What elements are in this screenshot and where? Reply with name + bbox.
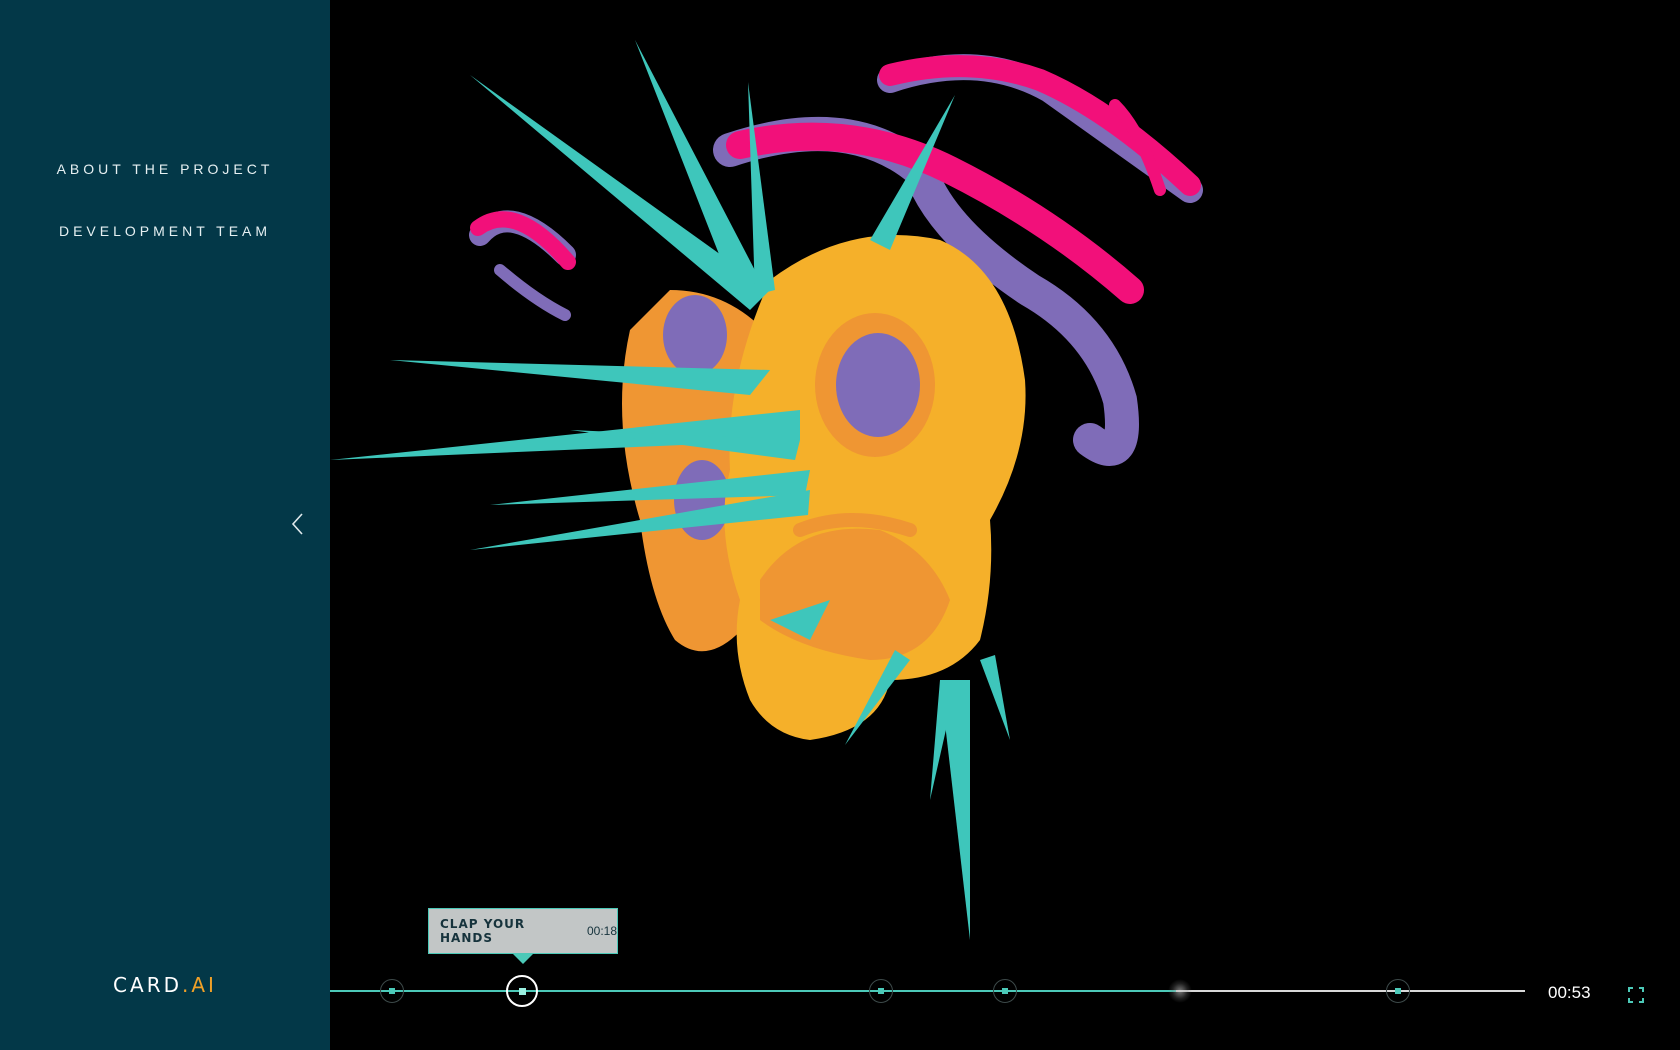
collapse-sidebar-button[interactable]: [288, 512, 308, 536]
logo-text: CARD: [113, 973, 182, 997]
tooltip-title: CLAP YOUR HANDS: [440, 917, 526, 945]
marker-dot: [1002, 988, 1008, 994]
sidebar: ABOUT THE PROJECT DEVELOPMENT TEAM CARD.…: [0, 0, 330, 1050]
nav-development-team[interactable]: DEVELOPMENT TEAM: [0, 212, 330, 274]
current-time: 00:53: [1548, 983, 1591, 1002]
fullscreen-icon: [1628, 987, 1644, 1003]
sidebar-nav: ABOUT THE PROJECT DEVELOPMENT TEAM: [0, 150, 330, 274]
nav-about-project[interactable]: ABOUT THE PROJECT: [0, 150, 330, 212]
tooltip-time: 00:18: [586, 924, 617, 938]
tooltip-arrow: [513, 954, 533, 964]
logo-suffix: .AI: [182, 973, 217, 997]
marker-dot: [519, 988, 526, 995]
fullscreen-button[interactable]: [1628, 987, 1644, 1003]
marker-dot: [1395, 988, 1401, 994]
marker-dot: [389, 988, 395, 994]
logo: CARD.AI: [0, 973, 330, 997]
timeline-track[interactable]: [330, 975, 1525, 1007]
marker-dot: [878, 988, 884, 994]
chevron-left-icon: [291, 513, 303, 535]
timeline-marker[interactable]: [380, 979, 404, 1003]
skull-artwork: [330, 40, 1203, 940]
marker-tooltip: CLAP YOUR HANDS 00:18: [428, 908, 618, 954]
timeline-marker[interactable]: [1386, 979, 1410, 1003]
timeline-marker[interactable]: [869, 979, 893, 1003]
video-stage[interactable]: [330, 0, 1680, 1050]
playhead[interactable]: [1168, 979, 1192, 1003]
timeline-marker-active[interactable]: [506, 975, 538, 1007]
timeline-marker[interactable]: [993, 979, 1017, 1003]
timeline-progress: [330, 990, 1177, 992]
